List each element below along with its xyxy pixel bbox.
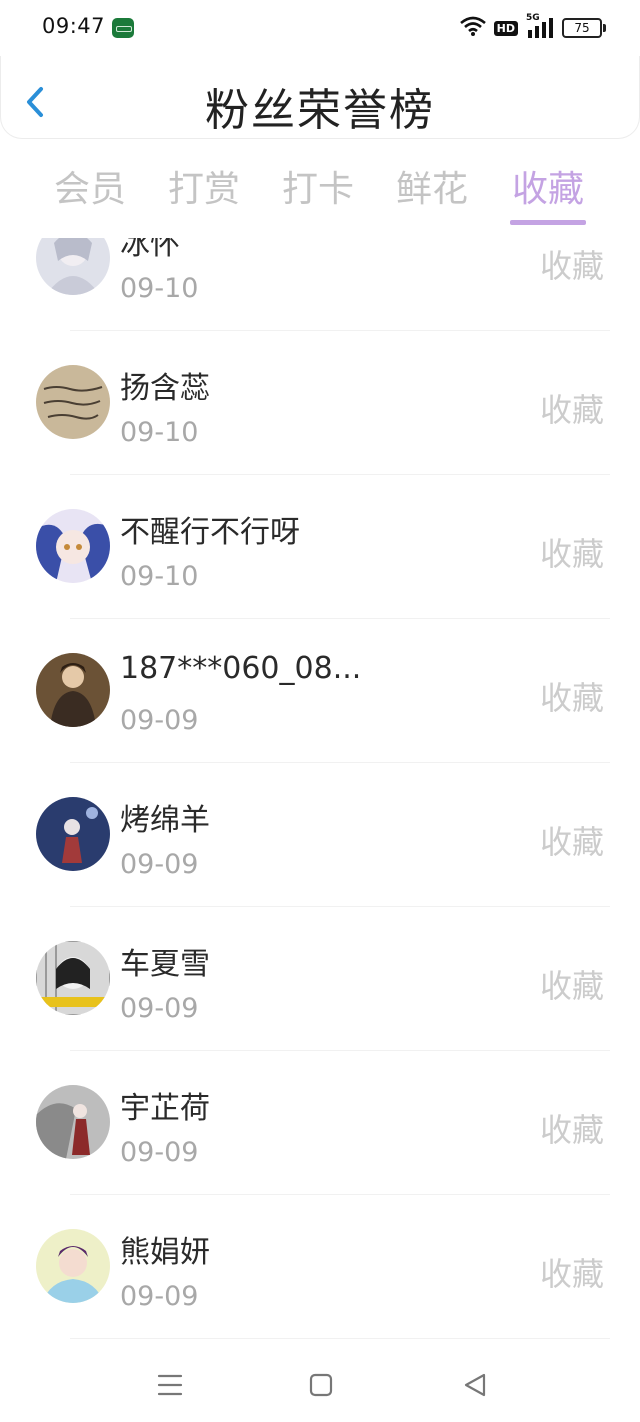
list-item[interactable]: 熊娟妍 09-09 收藏 [0, 1195, 640, 1339]
tab-checkin[interactable]: 打卡 [268, 160, 368, 212]
fan-date: 09-09 [120, 705, 199, 736]
status-time: 09:47 [42, 14, 106, 38]
home-square-icon[interactable] [301, 1369, 341, 1401]
header-bar: 粉丝荣誉榜 [0, 56, 640, 139]
fan-action-label: 收藏 [539, 679, 604, 717]
tab-bar: 会员 打赏 打卡 鲜花 收藏 [36, 160, 606, 230]
tab-flowers[interactable]: 鲜花 [382, 160, 482, 212]
fan-name: 扬含蕊 [120, 371, 210, 406]
fan-date: 09-09 [120, 1281, 199, 1312]
battery-icon: 75 [562, 18, 606, 38]
fan-name: 冰怀 [120, 238, 180, 262]
fan-action-label: 收藏 [539, 247, 604, 285]
fan-name: 车夏雪 [120, 947, 210, 982]
fan-action-label: 收藏 [539, 1111, 604, 1149]
avatar [36, 1229, 110, 1303]
avatar [36, 653, 110, 727]
fan-name: 不醒行不行呀 [120, 515, 300, 550]
fan-date: 09-10 [120, 273, 199, 304]
active-tab-underline [510, 220, 586, 225]
divider [70, 1338, 610, 1339]
list-item[interactable]: 车夏雪 09-09 收藏 [0, 907, 640, 1051]
fan-name: 宇芷荷 [120, 1091, 210, 1126]
avatar [36, 509, 110, 583]
system-nav-bar [0, 1353, 640, 1422]
tab-favorites[interactable]: 收藏 [498, 160, 598, 225]
avatar [36, 941, 110, 1015]
avatar [36, 1085, 110, 1159]
avatar [36, 238, 110, 295]
tab-member[interactable]: 会员 [40, 160, 140, 212]
list-item[interactable]: 烤绵羊 09-09 收藏 [0, 763, 640, 907]
fan-name: 187***060_08... [120, 651, 362, 686]
list-item[interactable]: 扬含蕊 09-10 收藏 [0, 331, 640, 475]
fan-name: 熊娟妍 [120, 1235, 210, 1270]
avatar [36, 365, 110, 439]
fan-date: 09-10 [120, 561, 199, 592]
fan-action-label: 收藏 [539, 535, 604, 573]
fan-date: 09-09 [120, 993, 199, 1024]
list-item[interactable]: 187***060_08... 09-09 收藏 [0, 619, 640, 763]
app-screen: 09:47 HD 5G 75 粉丝荣誉榜 会员 打赏 打卡 鲜花 收藏 冰怀 0… [0, 0, 640, 1422]
page-title: 粉丝荣誉榜 [205, 85, 435, 136]
status-indicators: HD 5G 75 [459, 13, 606, 40]
list-item[interactable]: 冰怀 09-10 收藏 [0, 238, 640, 331]
fan-list-content: 冰怀 09-10 收藏 扬含蕊 09-10 收藏 不醒行不行呀 09-10 收藏… [0, 238, 640, 1339]
list-item[interactable]: 不醒行不行呀 09-10 收藏 [0, 475, 640, 619]
app-notification-icon [112, 18, 134, 38]
status-bar: 09:47 HD 5G 75 [0, 0, 640, 56]
fan-action-label: 收藏 [539, 967, 604, 1005]
fan-action-label: 收藏 [539, 823, 604, 861]
fan-action-label: 收藏 [539, 1255, 604, 1293]
tab-reward[interactable]: 打赏 [154, 160, 254, 212]
back-triangle-icon[interactable] [455, 1369, 495, 1401]
signal-icon: 5G [526, 13, 554, 39]
fan-name: 烤绵羊 [120, 803, 210, 838]
wifi-icon [459, 16, 486, 40]
tab-favorites-label: 收藏 [511, 169, 584, 210]
list-item[interactable]: 宇芷荷 09-09 收藏 [0, 1051, 640, 1195]
fan-date: 09-09 [120, 849, 199, 880]
avatar [36, 797, 110, 871]
fan-date: 09-09 [120, 1137, 199, 1168]
fan-action-label: 收藏 [539, 391, 604, 429]
fan-list[interactable]: 冰怀 09-10 收藏 扬含蕊 09-10 收藏 不醒行不行呀 09-10 收藏… [0, 238, 640, 1353]
hd-badge: HD [493, 20, 518, 36]
fan-date: 09-10 [120, 417, 199, 448]
menu-icon[interactable] [150, 1369, 190, 1401]
